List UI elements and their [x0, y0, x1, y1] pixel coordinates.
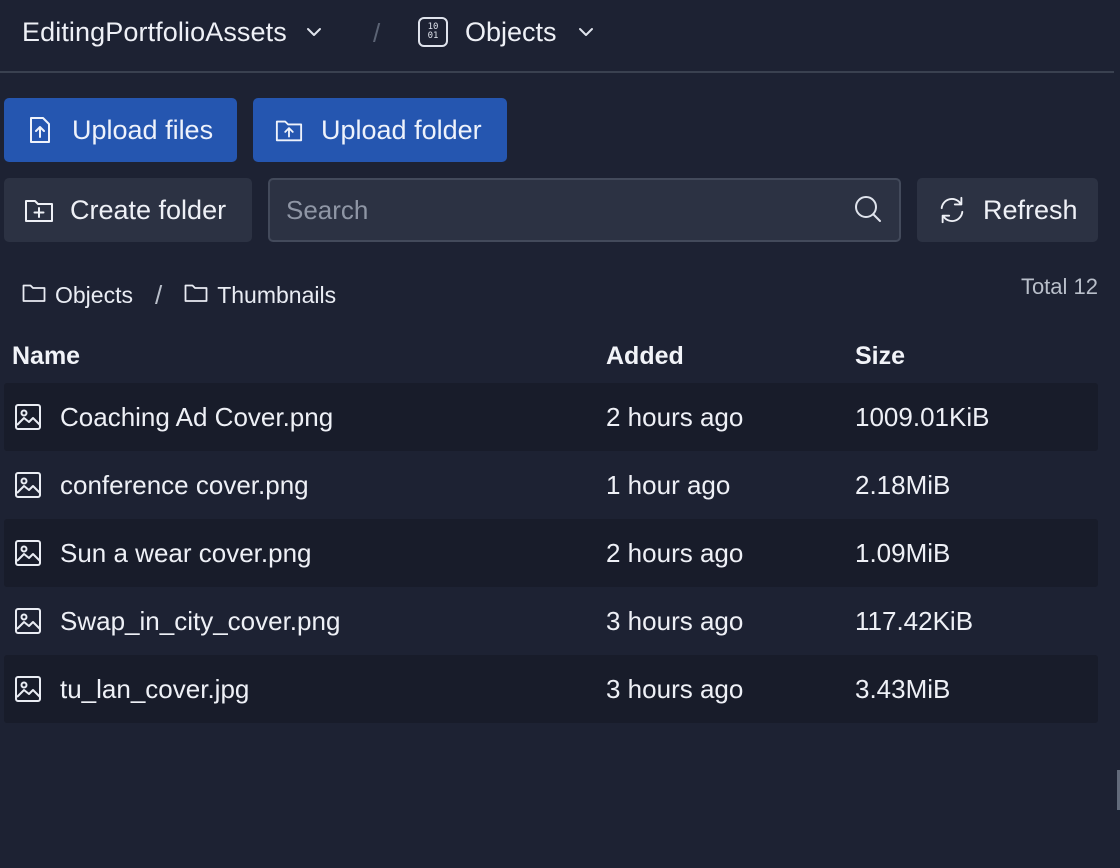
file-name: conference cover.png — [60, 470, 309, 500]
folder-plus-icon — [24, 195, 54, 225]
breadcrumb: Objects / Thumbnails — [22, 280, 336, 310]
folder-icon — [22, 283, 46, 308]
bucket-selector[interactable]: EditingPortfolioAssets — [22, 14, 323, 50]
file-size: 117.42KiB — [855, 606, 974, 636]
folder-icon — [184, 283, 208, 308]
upload-folder-icon — [275, 116, 303, 144]
search-icon[interactable] — [853, 194, 883, 224]
top-bar: EditingPortfolioAssets / 10 01 Objects — [0, 0, 1114, 73]
column-header-size[interactable]: Size — [855, 342, 905, 371]
table-row[interactable]: Swap_in_city_cover.png 3 hours ago 117.4… — [4, 587, 1098, 655]
file-name: Coaching Ad Cover.png — [60, 402, 334, 432]
binary-objects-icon: 10 01 — [418, 17, 448, 47]
create-folder-label: Create folder — [70, 194, 227, 225]
chevron-down-icon — [577, 23, 595, 41]
section-name: Objects — [465, 16, 557, 47]
file-size: 1.09MiB — [855, 538, 951, 568]
search-input[interactable] — [270, 180, 840, 240]
upload-file-icon — [26, 116, 54, 144]
chevron-down-icon — [305, 23, 323, 41]
table-row[interactable]: Sun a wear cover.png 2 hours ago 1.09MiB — [4, 519, 1098, 587]
section-selector[interactable]: 10 01 Objects — [418, 14, 595, 50]
file-size: 3.43MiB — [855, 674, 951, 704]
image-file-icon — [14, 539, 42, 567]
table-header: Name Added Size — [0, 340, 1100, 376]
column-header-name[interactable]: Name — [12, 342, 80, 371]
bucket-name: EditingPortfolioAssets — [22, 16, 287, 47]
file-added: 2 hours ago — [606, 538, 744, 568]
file-added: 2 hours ago — [606, 402, 744, 432]
file-list: Coaching Ad Cover.png 2 hours ago 1009.0… — [4, 383, 1098, 723]
table-row[interactable]: conference cover.png 1 hour ago 2.18MiB — [4, 451, 1098, 519]
refresh-icon — [937, 195, 967, 225]
file-name: Sun a wear cover.png — [60, 538, 312, 568]
breadcrumb-item-objects[interactable]: Objects — [22, 282, 133, 309]
breadcrumb-item-thumbnails[interactable]: Thumbnails — [184, 282, 336, 309]
image-file-icon — [14, 607, 42, 635]
file-added: 1 hour ago — [606, 470, 731, 500]
column-header-added[interactable]: Added — [606, 342, 684, 371]
breadcrumb-separator: / — [154, 279, 163, 310]
file-added: 3 hours ago — [606, 606, 744, 636]
breadcrumb-label: Thumbnails — [217, 281, 337, 308]
upload-files-label: Upload files — [72, 114, 214, 145]
refresh-label: Refresh — [983, 194, 1078, 225]
create-folder-button[interactable]: Create folder — [4, 178, 252, 242]
refresh-button[interactable]: Refresh — [917, 178, 1098, 242]
image-file-icon — [14, 471, 42, 499]
table-row[interactable]: tu_lan_cover.jpg 3 hours ago 3.43MiB — [4, 655, 1098, 723]
total-count: Total 12 — [1020, 274, 1098, 299]
file-size: 1009.01KiB — [855, 402, 990, 432]
file-name: tu_lan_cover.jpg — [60, 674, 250, 704]
table-row[interactable]: Coaching Ad Cover.png 2 hours ago 1009.0… — [4, 383, 1098, 451]
upload-folder-label: Upload folder — [321, 114, 482, 145]
image-file-icon — [14, 403, 42, 431]
upload-files-button[interactable]: Upload files — [4, 98, 237, 162]
file-size: 2.18MiB — [855, 470, 951, 500]
file-name: Swap_in_city_cover.png — [60, 606, 341, 636]
header-separator: / — [373, 18, 381, 48]
breadcrumb-label: Objects — [55, 281, 133, 308]
image-file-icon — [14, 675, 42, 703]
search-box — [268, 178, 901, 242]
upload-folder-button[interactable]: Upload folder — [253, 98, 507, 162]
file-added: 3 hours ago — [606, 674, 744, 704]
